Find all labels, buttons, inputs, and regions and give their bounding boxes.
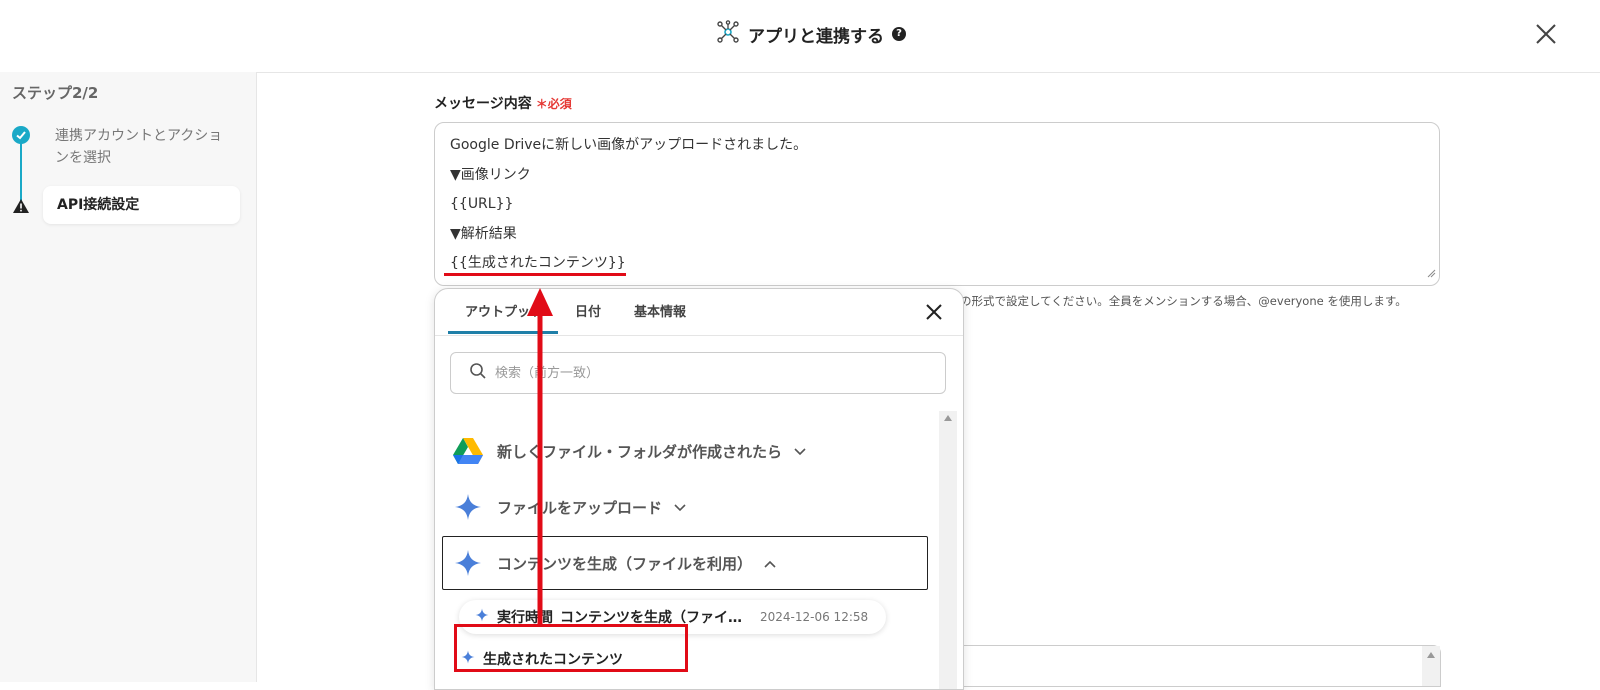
group-upload-file[interactable]: ファイルをアップロード bbox=[447, 481, 933, 533]
group-drive-new-file[interactable]: 新しくファイル・フォルダが作成されたら bbox=[447, 425, 933, 477]
message-textarea[interactable]: Google Driveに新しい画像がアップロードされました。 ▼画像リンク {… bbox=[434, 122, 1440, 286]
message-line: Google Driveに新しい画像がアップロードされました。 bbox=[450, 137, 808, 153]
step-connector bbox=[20, 142, 22, 202]
search-icon bbox=[469, 362, 487, 384]
scrollbar[interactable] bbox=[1422, 646, 1440, 686]
sidebar-step-select-account[interactable]: 連携アカウントとアクションを選択 bbox=[55, 125, 235, 169]
page-title: アプリと連携する bbox=[748, 26, 884, 47]
required-badge: ＊必須 bbox=[535, 97, 572, 111]
required-text: 必須 bbox=[547, 97, 572, 111]
popup-tabs: アウトプット 日付 基本情報 bbox=[435, 289, 963, 336]
output-date: 2024-12-06 12:58 bbox=[760, 610, 869, 624]
field-hint: の形式で設定してください。全員をメンションする場合、@everyone を使用し… bbox=[960, 294, 1407, 308]
message-line: ▼画像リンク bbox=[450, 166, 531, 183]
scrollbar[interactable] bbox=[939, 411, 957, 689]
message-field-label: メッセージ内容 ＊必須 bbox=[434, 93, 572, 113]
tab-date[interactable]: 日付 bbox=[575, 301, 601, 320]
group-label: コンテンツを生成（ファイルを利用） bbox=[497, 554, 753, 573]
popup-close-button[interactable] bbox=[923, 301, 945, 323]
chevron-down-icon bbox=[674, 498, 686, 516]
next-field-input[interactable] bbox=[962, 645, 1441, 687]
check-circle-icon bbox=[12, 126, 30, 144]
message-line: {{URL}} bbox=[450, 196, 514, 212]
close-icon bbox=[926, 304, 942, 320]
google-drive-icon bbox=[451, 434, 485, 468]
resize-handle[interactable] bbox=[1427, 266, 1436, 282]
gemini-sparkle-icon bbox=[451, 546, 485, 580]
scroll-up-icon[interactable] bbox=[1427, 652, 1435, 658]
app-link-icon bbox=[716, 19, 740, 49]
close-dialog-button[interactable] bbox=[1534, 22, 1558, 46]
chevron-down-icon bbox=[794, 442, 806, 460]
message-line: {{生成されたコンテンツ}} bbox=[450, 255, 626, 271]
gemini-sparkle-icon bbox=[451, 490, 485, 524]
tab-basic-info[interactable]: 基本情報 bbox=[634, 301, 686, 320]
header: アプリと連携する ? bbox=[0, 0, 1600, 73]
chevron-up-icon bbox=[764, 554, 776, 572]
warning-icon bbox=[12, 198, 30, 218]
header-title-group: アプリと連携する ? bbox=[716, 19, 906, 49]
annotation-underline bbox=[444, 273, 626, 276]
close-icon bbox=[1536, 24, 1556, 44]
group-label: 新しくファイル・フォルダが作成されたら bbox=[497, 442, 783, 461]
step-counter: ステップ2/2 bbox=[12, 84, 99, 102]
search-box[interactable] bbox=[450, 352, 946, 394]
group-label: ファイルをアップロード bbox=[497, 498, 663, 517]
message-line: ▼解析結果 bbox=[450, 225, 517, 242]
search-input[interactable] bbox=[493, 364, 897, 382]
sidebar-step-api-settings[interactable]: API接続設定 bbox=[43, 186, 240, 224]
message-label-text: メッセージ内容 bbox=[434, 96, 532, 112]
annotation-highlight-box bbox=[454, 624, 688, 672]
active-tab-indicator bbox=[448, 331, 558, 334]
help-icon[interactable]: ? bbox=[892, 27, 906, 41]
scroll-up-icon[interactable] bbox=[944, 415, 952, 421]
step-sidebar: ステップ2/2 連携アカウントとアクションを選択 API接続設定 bbox=[0, 72, 257, 682]
group-generate-content[interactable]: コンテンツを生成（ファイルを利用） bbox=[442, 536, 928, 590]
tab-output[interactable]: アウトプット bbox=[465, 301, 543, 320]
